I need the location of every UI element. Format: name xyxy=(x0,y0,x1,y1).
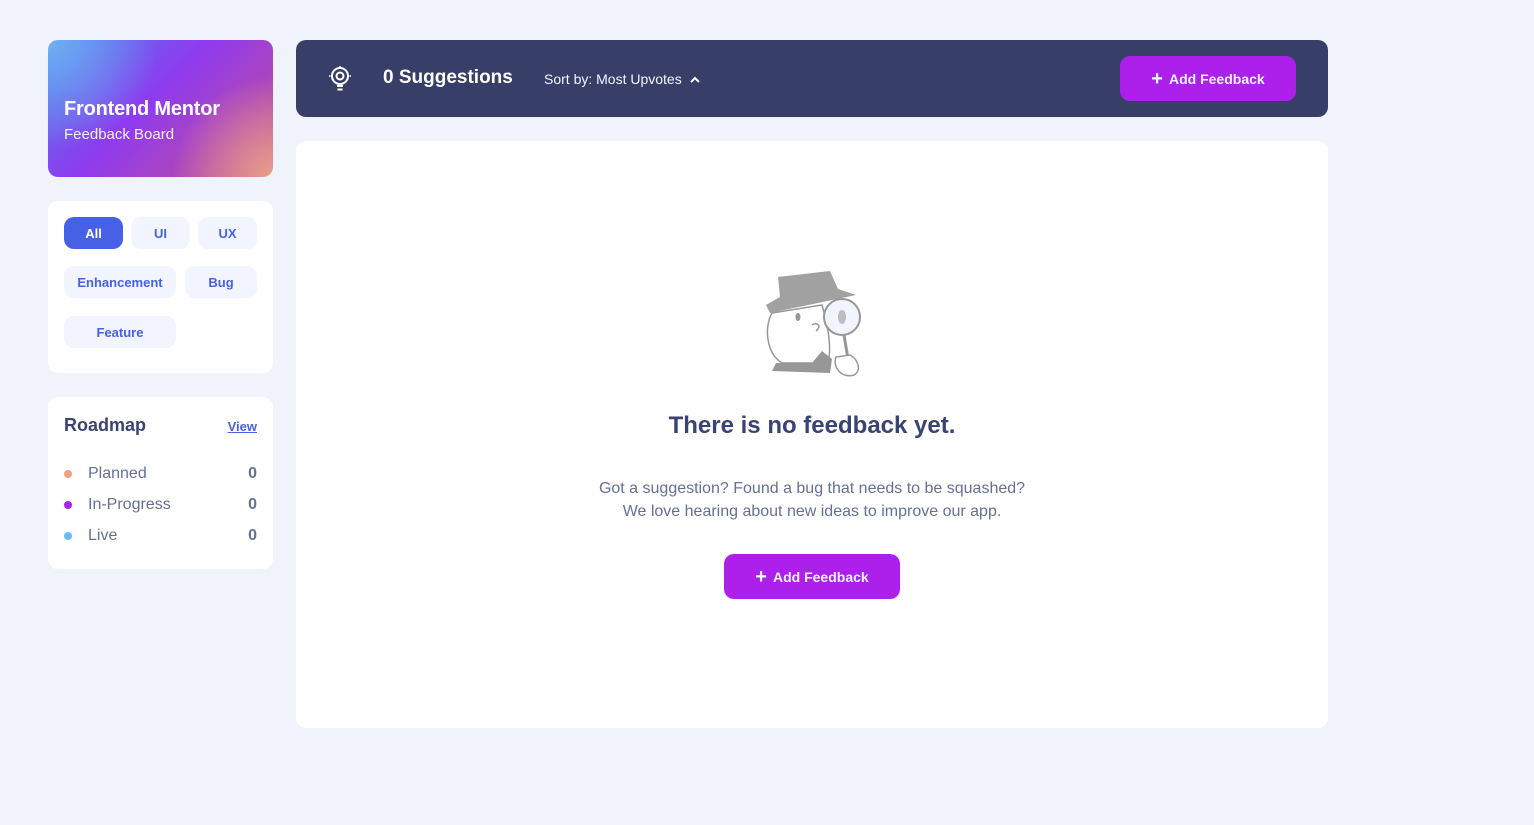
roadmap-item-label: In-Progress xyxy=(88,496,171,513)
roadmap-item-label: Planned xyxy=(88,465,147,482)
roadmap-item-count: 0 xyxy=(248,527,257,544)
sort-dropdown[interactable]: Sort by: Most Upvotes xyxy=(544,71,700,87)
filter-chip-ux[interactable]: UX xyxy=(198,217,257,249)
empty-state-line-2: We love hearing about new ideas to impro… xyxy=(622,503,1002,520)
in-progress-dot-icon xyxy=(64,501,72,509)
roadmap-item-in-progress: In-Progress 0 xyxy=(64,495,257,515)
roadmap-title: Roadmap xyxy=(64,415,147,435)
plus-icon: + xyxy=(1151,67,1163,90)
sort-label: Sort by: Most Upvotes xyxy=(544,71,682,87)
roadmap-item-live: Live 0 xyxy=(64,526,257,546)
filter-chip-enhancement[interactable]: Enhancement xyxy=(64,266,176,298)
empty-add-feedback-button[interactable]: + Add Feedback xyxy=(724,554,900,599)
roadmap-item-planned: Planned 0 xyxy=(64,464,257,484)
brand-title: Frontend Mentor xyxy=(64,98,220,120)
page: Frontend Mentor Feedback Board All UI UX… xyxy=(0,0,1534,825)
plus-icon: + xyxy=(755,565,767,588)
empty-state-title: There is no feedback yet. xyxy=(668,412,956,439)
chevron-up-icon xyxy=(690,76,700,83)
live-dot-icon xyxy=(64,532,72,540)
lightbulb-icon xyxy=(329,66,351,91)
planned-dot-icon xyxy=(64,470,72,478)
add-feedback-label: Add Feedback xyxy=(772,568,869,585)
roadmap-item-count: 0 xyxy=(248,465,257,482)
roadmap-view-link[interactable]: View xyxy=(228,419,257,434)
empty-state-line-1: Got a suggestion? Found a bug that needs… xyxy=(598,480,1026,497)
roadmap-card: Roadmap View Planned 0 In-Progress 0 Liv… xyxy=(48,397,273,569)
filter-chip-ui[interactable]: UI xyxy=(131,217,190,249)
filter-chip-feature[interactable]: Feature xyxy=(64,316,176,348)
suggestions-header: 0 Suggestions Sort by: Most Upvotes + Ad… xyxy=(296,40,1328,117)
filter-chip-all[interactable]: All xyxy=(64,217,123,249)
brand-card: Frontend Mentor Feedback Board xyxy=(48,40,273,177)
empty-state-description: Got a suggestion? Found a bug that needs… xyxy=(296,477,1328,523)
brand-subtitle: Feedback Board xyxy=(64,126,175,143)
add-feedback-label: Add Feedback xyxy=(1168,70,1265,87)
suggestion-count: 0 Suggestions xyxy=(383,67,513,88)
empty-state-panel: There is no feedback yet. Got a suggesti… xyxy=(296,141,1328,728)
add-feedback-button[interactable]: + Add Feedback xyxy=(1120,56,1296,101)
roadmap-item-count: 0 xyxy=(248,496,257,513)
filter-chip-bug[interactable]: Bug xyxy=(185,266,257,298)
detective-illustration-icon xyxy=(766,271,861,377)
roadmap-item-label: Live xyxy=(88,527,118,544)
category-filter-card: All UI UX Enhancement Bug Feature xyxy=(48,201,273,373)
